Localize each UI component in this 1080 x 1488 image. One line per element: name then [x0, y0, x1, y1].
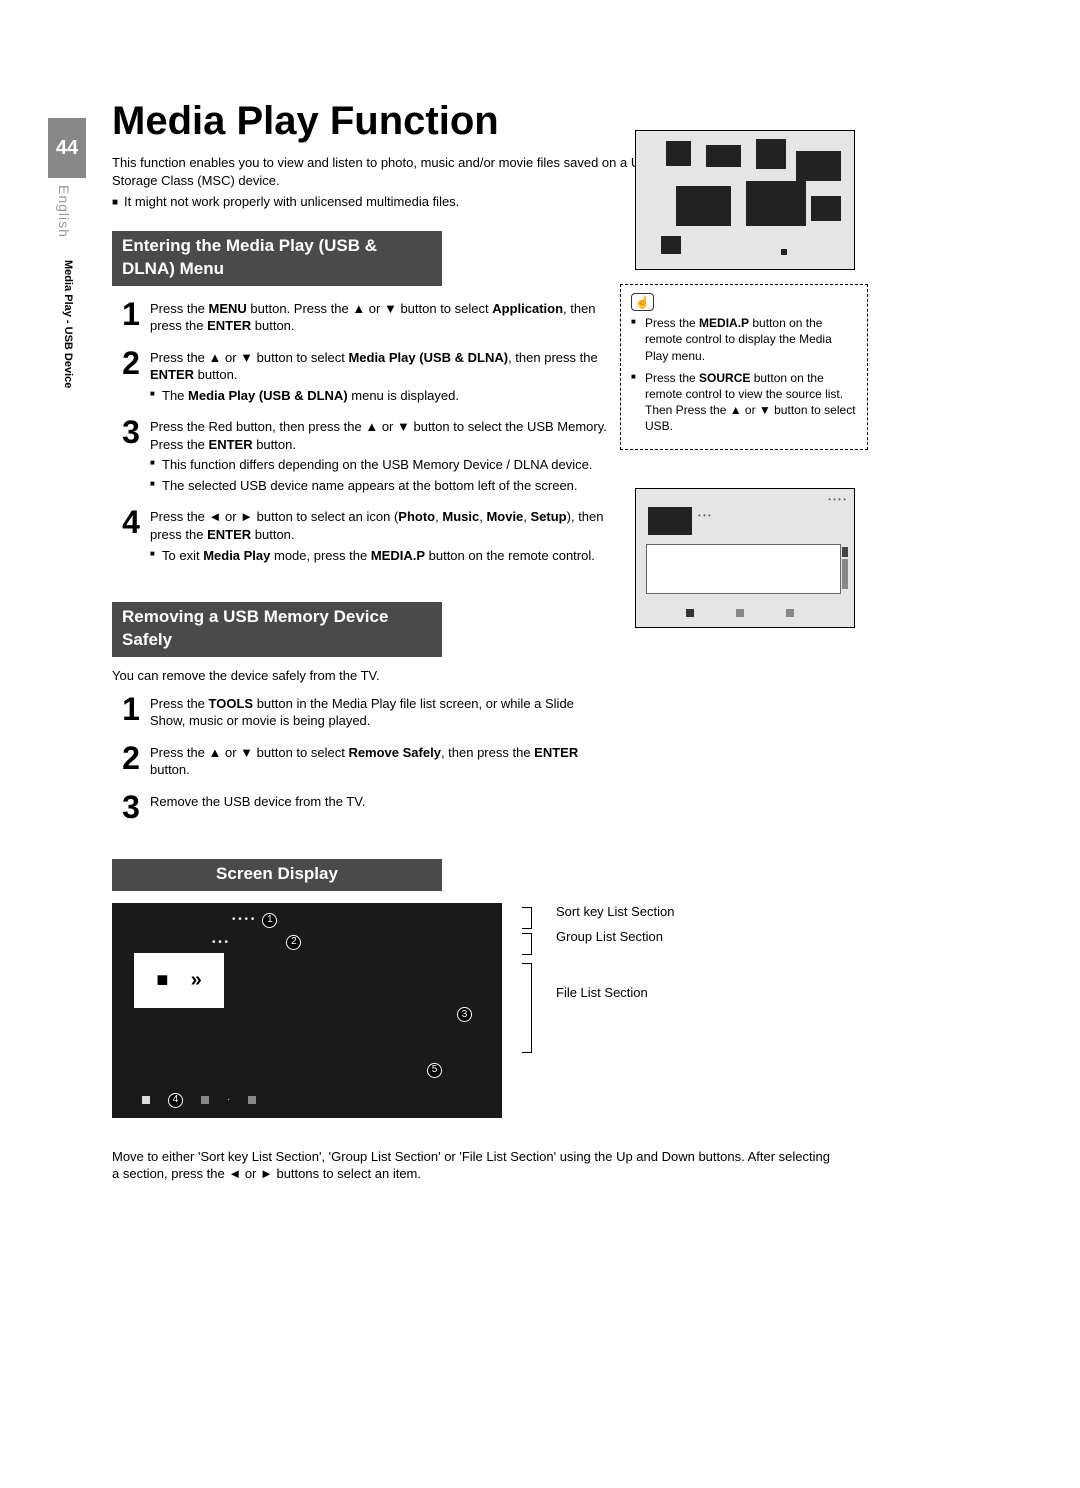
sub-note: This function differs depending on the U… [150, 456, 612, 474]
section-head-entering: Entering the Media Play (USB & DLNA) Men… [112, 231, 442, 286]
txt: , then press the [508, 350, 598, 365]
sub-note: The selected USB device name appears at … [150, 477, 612, 495]
side-language-label: English [54, 185, 73, 238]
intro-note-text: It might not work properly with unlicens… [124, 194, 459, 209]
step-body: Press the ▲ or ▼ button to select Media … [150, 345, 612, 405]
step-number: 4 [112, 504, 150, 538]
txt-bold: Remove Safely [348, 745, 441, 760]
tip-box: ☝ Press the MEDIA.P button on the remote… [620, 284, 868, 450]
tip-item: Press the SOURCE button on the remote co… [631, 370, 857, 435]
label-sort-key: Sort key List Section [556, 903, 675, 921]
sub-note: The Media Play (USB & DLNA) menu is disp… [150, 387, 612, 405]
txt-bold: Application [492, 301, 563, 316]
label-file-list: File List Section [556, 984, 675, 1002]
step-number: 2 [112, 740, 150, 774]
txt: Press the ▲ or ▼ button to select [150, 350, 348, 365]
step-number: 1 [112, 691, 150, 725]
txt-bold: Movie [486, 509, 523, 524]
legend-marker-5: 5 [427, 1063, 442, 1078]
txt: button. [194, 367, 237, 382]
step-body: Remove the USB device from the TV. [150, 789, 612, 811]
txt: The [162, 388, 188, 403]
txt: button. Press the ▲ or ▼ button to selec… [247, 301, 492, 316]
txt: , then press the [441, 745, 534, 760]
txt-bold: ENTER [209, 437, 253, 452]
sec1-step-2: 2 Press the ▲ or ▼ button to select Medi… [112, 345, 612, 405]
tip-item: Press the MEDIA.P button on the remote c… [631, 315, 857, 364]
page-number-tab: 44 [48, 118, 86, 178]
txt-bold: ENTER [207, 527, 251, 542]
txt-bold: Media Play (USB & DLNA) [348, 350, 508, 365]
screen-display-block: • • • •1 • • • 2 ■ » 3 5 4 · Sort key Li… [112, 903, 972, 1118]
txt: To exit [162, 548, 203, 563]
step-body: Press the Red button, then press the ▲ o… [150, 414, 612, 494]
txt: button. [251, 527, 294, 542]
sec2-step-1: 1 Press the TOOLS button in the Media Pl… [112, 691, 612, 730]
sec1-step-4: 4 Press the ◄ or ► button to select an i… [112, 504, 612, 564]
txt: menu is displayed. [348, 388, 459, 403]
step-body: Press the ▲ or ▼ button to select Remove… [150, 740, 612, 779]
txt-bold: MEDIA.P [371, 548, 425, 563]
step-body: Press the MENU button. Press the ▲ or ▼ … [150, 296, 612, 335]
thumbnail-placeholder: ■ » [134, 953, 224, 1008]
txt: mode, press the [270, 548, 370, 563]
txt: Press the [150, 696, 209, 711]
step-number: 1 [112, 296, 150, 330]
bracket-guides [522, 903, 536, 1118]
txt-bold: Photo [398, 509, 435, 524]
screen-display-figure: • • • •1 • • • 2 ■ » 3 5 4 · [112, 903, 502, 1118]
txt-bold: ENTER [534, 745, 578, 760]
txt: , [523, 509, 530, 524]
footnote-text: Move to either 'Sort key List Section', … [112, 1148, 832, 1183]
txt: Press the [645, 371, 699, 385]
step-number: 2 [112, 345, 150, 379]
label-group-list: Group List Section [556, 928, 675, 946]
txt: Press the ◄ or ► button to select an ico… [150, 509, 398, 524]
tip-icon: ☝ [631, 293, 654, 311]
txt: button. [150, 762, 190, 777]
txt: Press the [150, 301, 209, 316]
section-head-screen-display: Screen Display [112, 859, 442, 891]
side-chapter-label: Media Play - USB Device [60, 260, 75, 388]
step-body: Press the ◄ or ► button to select an ico… [150, 504, 612, 564]
sec1-step-1: 1 Press the MENU button. Press the ▲ or … [112, 296, 612, 335]
txt-bold: MEDIA.P [699, 316, 749, 330]
txt-bold: Setup [531, 509, 567, 524]
legend-marker-4: 4 [168, 1093, 183, 1108]
legend-marker-1: 1 [262, 913, 277, 928]
txt: Press the [645, 316, 699, 330]
txt: button. [253, 437, 296, 452]
txt: Press the ▲ or ▼ button to select [150, 745, 348, 760]
txt-bold: TOOLS [209, 696, 254, 711]
figure-file-list: • • • • • • • [635, 488, 855, 628]
legend-marker-2: 2 [286, 935, 301, 950]
step-number: 3 [112, 789, 150, 823]
txt-bold: ENTER [150, 367, 194, 382]
sub-note: To exit Media Play mode, press the MEDIA… [150, 547, 612, 565]
txt-bold: Media Play (USB & DLNA) [188, 388, 348, 403]
section-head-removing: Removing a USB Memory Device Safely [112, 602, 442, 657]
step-number: 3 [112, 414, 150, 448]
step-body: Press the TOOLS button in the Media Play… [150, 691, 612, 730]
screen-display-labels: Sort key List Section Group List Section… [556, 903, 675, 1118]
sec2-step-2: 2 Press the ▲ or ▼ button to select Remo… [112, 740, 612, 779]
txt-bold: MENU [209, 301, 247, 316]
txt-bold: SOURCE [699, 371, 750, 385]
sec2-step-3: 3 Remove the USB device from the TV. [112, 789, 612, 823]
sec2-intro: You can remove the device safely from th… [112, 667, 972, 685]
legend-marker-3: 3 [457, 1007, 472, 1022]
txt: button on the remote control. [425, 548, 595, 563]
txt-bold: Music [442, 509, 479, 524]
txt-bold: Media Play [203, 548, 270, 563]
txt: button. [251, 318, 294, 333]
figure-media-play-menu [635, 130, 855, 270]
sec1-step-3: 3 Press the Red button, then press the ▲… [112, 414, 612, 494]
txt-bold: ENTER [207, 318, 251, 333]
